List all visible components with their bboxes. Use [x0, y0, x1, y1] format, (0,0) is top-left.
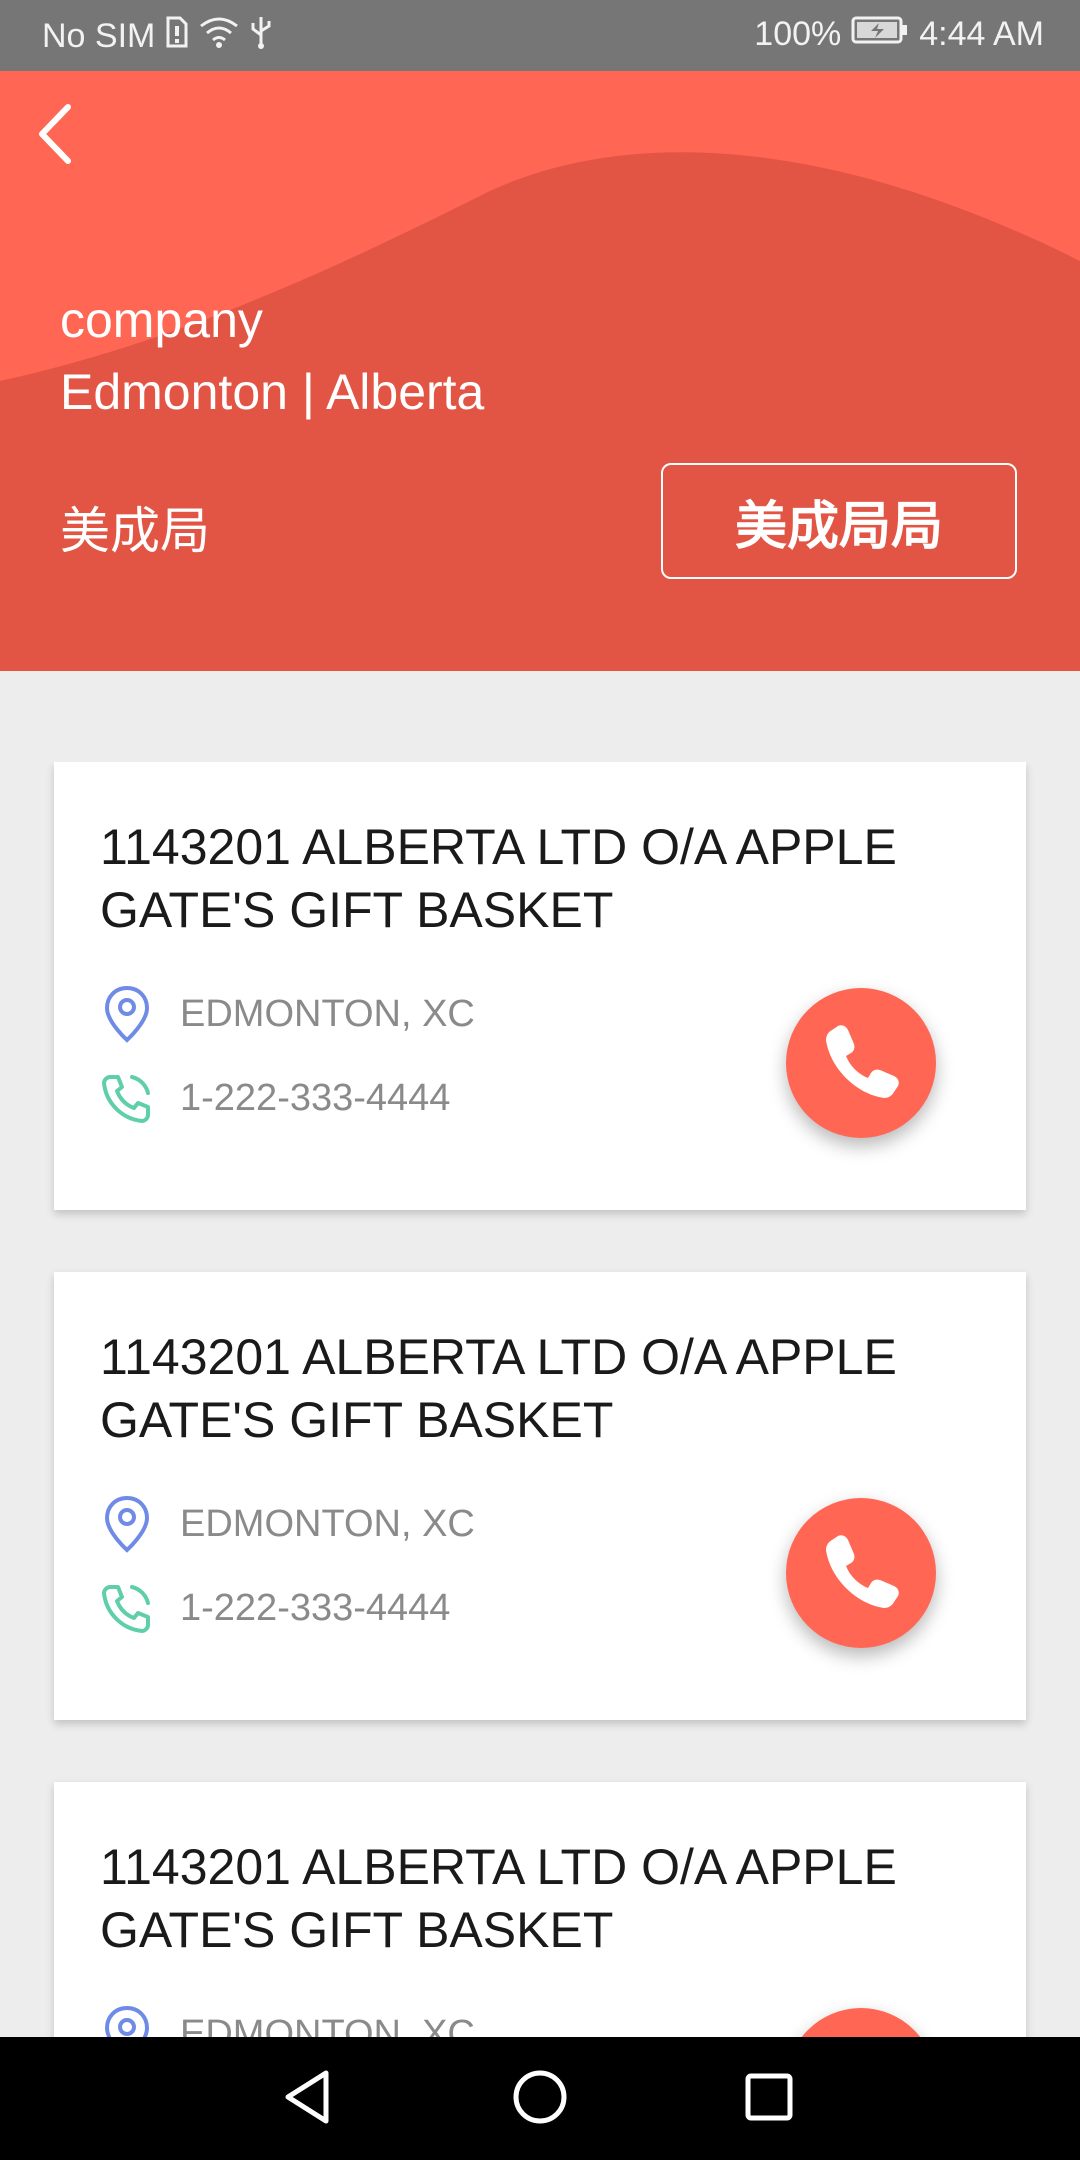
carrier-text: No SIM [42, 17, 156, 55]
call-button[interactable] [786, 2008, 936, 2037]
usb-icon [249, 15, 273, 58]
call-button[interactable] [786, 1498, 936, 1648]
business-card[interactable]: 1143201 ALBERTA LTD O/A APPLE GATE'S GIF… [54, 762, 1026, 1210]
business-city: EDMONTON, XC [180, 1502, 475, 1545]
square-recents-icon [744, 2072, 794, 2127]
nav-home-button[interactable] [495, 2057, 585, 2141]
location-pin-icon [100, 2004, 154, 2037]
battery-percent: 100% [754, 15, 842, 53]
battery-charging-icon [851, 15, 909, 54]
business-phone: 1-222-333-4444 [180, 1586, 451, 1629]
phone-row: 1-222-333-4444 [100, 1068, 450, 1128]
business-phone: 1-222-333-4444 [180, 1076, 451, 1119]
business-list: 1143201 ALBERTA LTD O/A APPLE GATE'S GIF… [0, 762, 1080, 2037]
business-card[interactable]: 1143201 ALBERTA LTD O/A APPLE GATE'S GIF… [54, 1782, 1026, 2037]
status-bar: No SIM 100% 4:44 AM [0, 0, 1080, 71]
business-city: EDMONTON, XC [180, 2012, 475, 2038]
business-card[interactable]: 1143201 ALBERTA LTD O/A APPLE GATE'S GIF… [54, 1272, 1026, 1720]
phone-icon [100, 1068, 154, 1128]
call-button[interactable] [786, 988, 936, 1138]
location-pin-icon [100, 1494, 154, 1554]
nav-back-button[interactable] [262, 2057, 352, 2141]
circle-home-icon [512, 2069, 568, 2130]
call-icon [818, 1528, 904, 1619]
back-button[interactable] [24, 96, 84, 176]
phone-icon [100, 1578, 154, 1638]
triangle-back-icon [282, 2069, 332, 2130]
company-label: company [60, 292, 263, 348]
wifi-icon [199, 16, 239, 57]
business-city: EDMONTON, XC [180, 992, 475, 1035]
address-row: EDMONTON, XC [100, 2004, 475, 2037]
address-row: EDMONTON, XC [100, 984, 475, 1044]
sim-card-icon [165, 16, 189, 57]
location-pin-icon [100, 984, 154, 1044]
nav-recents-button[interactable] [724, 2057, 814, 2141]
call-icon [818, 1018, 904, 1109]
business-name: 1143201 ALBERTA LTD O/A APPLE GATE'S GIF… [100, 1839, 897, 1958]
business-name: 1143201 ALBERTA LTD O/A APPLE GATE'S GIF… [100, 819, 897, 938]
status-right: 100% 4:44 AM [754, 15, 1044, 54]
system-nav-bar [0, 2037, 1080, 2160]
address-row: EDMONTON, XC [100, 1494, 475, 1554]
location-label: Edmonton | Alberta [60, 364, 485, 420]
phone-row: 1-222-333-4444 [100, 1578, 450, 1638]
header-action-button[interactable]: 美成局局 [661, 463, 1017, 579]
chevron-left-icon [36, 103, 72, 170]
status-left: No SIM [42, 15, 273, 58]
header-banner: company Edmonton | Alberta 美成局 美成局局 [0, 71, 1080, 671]
category-label: 美成局 [60, 503, 210, 559]
clock-time: 4:44 AM [919, 15, 1044, 53]
business-name: 1143201 ALBERTA LTD O/A APPLE GATE'S GIF… [100, 1329, 897, 1448]
